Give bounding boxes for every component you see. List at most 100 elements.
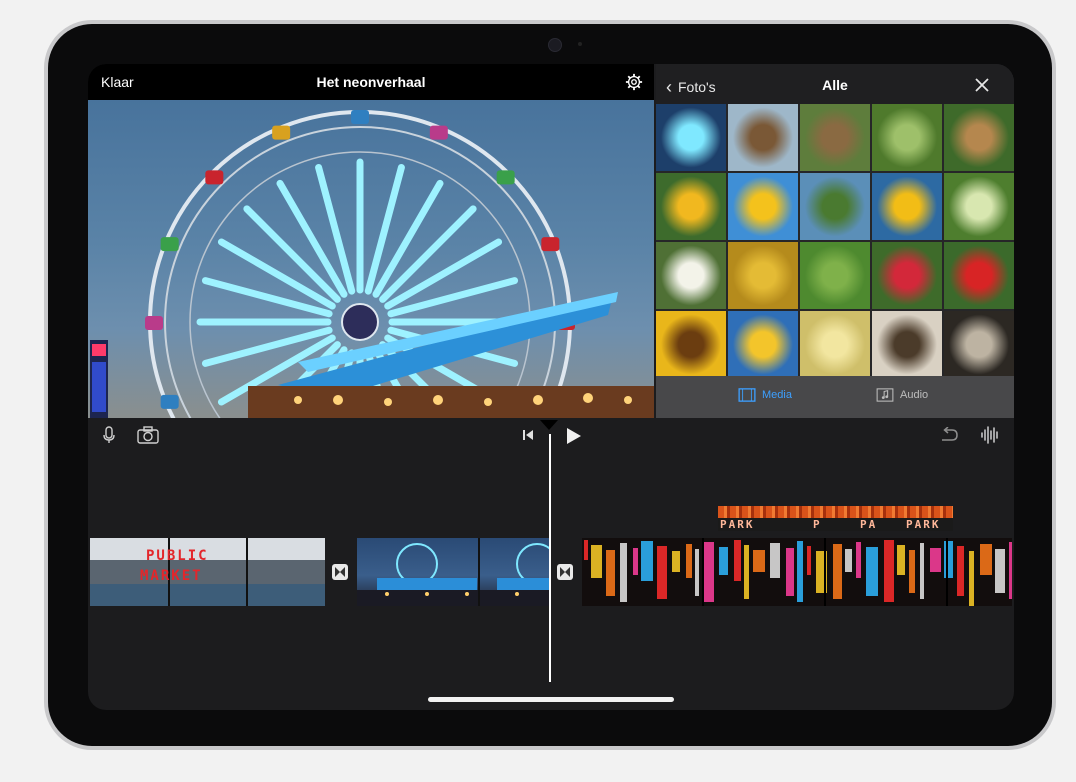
close-icon[interactable]	[974, 77, 990, 93]
photo-thumbnail-garden-plants[interactable]	[944, 104, 1014, 171]
photo-thumbnail-seed-pile[interactable]	[944, 311, 1014, 378]
photo-thumbnail-sunflower-close-up[interactable]	[872, 173, 942, 240]
neon-sign	[845, 549, 852, 572]
playhead-marker[interactable]	[540, 420, 558, 430]
photo-thumbnail-chamomile-flowers[interactable]	[656, 242, 726, 309]
wheel-gondola	[145, 316, 163, 330]
photo-thumbnail-sunflower-blooms[interactable]	[656, 311, 726, 378]
music-note-icon	[876, 388, 894, 402]
audio-clip[interactable]: PARK P PA PARK	[718, 506, 953, 531]
tab-media[interactable]: Media	[738, 388, 792, 402]
neon-sign	[833, 544, 842, 599]
gear-icon[interactable]	[625, 73, 643, 91]
neon-sign	[744, 545, 749, 599]
neon-sign	[672, 551, 680, 572]
neon-sign	[591, 545, 602, 578]
audio-label-2: P	[813, 518, 822, 531]
neon-sign	[856, 542, 861, 578]
camera-icon[interactable]	[137, 426, 159, 444]
photo-thumbnail-dried-petals[interactable]	[800, 311, 870, 378]
browser-header: ‹ Foto's Alle	[656, 64, 1014, 104]
front-camera	[548, 38, 562, 52]
neon-sign	[734, 540, 741, 581]
neon-sign	[686, 544, 692, 578]
play-icon[interactable]	[566, 427, 582, 445]
thumbnail-separator	[702, 538, 704, 606]
clip-text-market: MARKET	[140, 568, 203, 584]
neon-sign	[797, 541, 803, 602]
neon-sign	[620, 543, 627, 602]
photo-thumbnail-sunflower-blue-sky[interactable]	[728, 173, 798, 240]
photo-thumbnail-green-leaf[interactable]	[800, 242, 870, 309]
neon-sign	[606, 550, 615, 596]
neon-sign	[807, 546, 811, 575]
neon-sign	[770, 543, 780, 578]
audio-waveform	[718, 506, 953, 518]
neon-sign	[719, 547, 728, 575]
neon-sign	[633, 548, 638, 575]
video-clip-public-market[interactable]: PUBLIC MARKET	[90, 538, 325, 606]
ambient-sensor	[578, 42, 582, 46]
ferris-wheel-preview	[90, 110, 654, 418]
ferris-wheel-thumbnails	[357, 538, 549, 606]
audio-label-3: PA	[860, 518, 878, 531]
neon-sign	[980, 544, 992, 575]
neon-sign	[920, 543, 924, 599]
photo-thumbnail-sunflower-seed[interactable]	[872, 311, 942, 378]
project-header: Klaar Het neonverhaal	[88, 64, 654, 100]
wheel-gondola	[272, 125, 291, 140]
photo-thumbnail-strawberry[interactable]	[944, 242, 1014, 309]
neon-sign	[884, 540, 894, 602]
browser-tab-bar: Media Audio	[656, 376, 1014, 418]
photo-thumbnail-rosehip-berry[interactable]	[872, 242, 942, 309]
neon-sign	[657, 546, 667, 599]
wheel-gondola	[205, 170, 224, 185]
skip-back-icon[interactable]	[522, 429, 534, 441]
video-clip-ferris-wheel[interactable]	[357, 538, 549, 606]
photo-thumbnail-sunflower-person[interactable]	[656, 173, 726, 240]
video-viewer[interactable]	[88, 100, 654, 418]
neon-sign	[909, 550, 915, 593]
tab-audio-label: Audio	[900, 389, 929, 401]
waveform-icon[interactable]	[980, 426, 1000, 444]
neon-sign	[866, 547, 878, 596]
photo-grid	[656, 104, 1014, 378]
audio-label-1: PARK	[720, 518, 755, 531]
wheel-gondola	[429, 125, 448, 140]
neon-sign	[641, 541, 653, 581]
neon-sign	[584, 540, 588, 560]
transition-icon	[560, 567, 570, 577]
thumbnail-separator	[946, 538, 948, 606]
photo-thumbnail-ferris-wheel[interactable]	[656, 104, 726, 171]
wheel-gondola	[541, 237, 560, 252]
wheel-gondola	[496, 170, 515, 185]
transition-button-2[interactable]	[557, 564, 573, 580]
photo-thumbnail-sunflower-blue-sky-2[interactable]	[728, 311, 798, 378]
wheel-gondola	[160, 394, 179, 409]
transition-button-1[interactable]	[332, 564, 348, 580]
wheel-gondola	[160, 237, 179, 252]
photo-thumbnail-green-leafy-plant[interactable]	[872, 104, 942, 171]
neon-sign	[995, 549, 1005, 593]
video-clip-neon-street[interactable]	[582, 538, 1012, 606]
screen: Klaar Het neonverhaal ‹ Foto's Alle Medi…	[88, 64, 1014, 710]
neon-sign	[786, 548, 794, 596]
neon-sign	[753, 550, 765, 572]
photo-thumbnail-striped-squash[interactable]	[944, 173, 1014, 240]
undo-icon[interactable]	[939, 427, 959, 443]
wheel-gondola	[351, 110, 369, 124]
photo-thumbnail-raised-garden-bed[interactable]	[728, 104, 798, 171]
neon-street-thumbnails	[584, 538, 1012, 606]
media-browser: ‹ Foto's Alle Media Audio	[656, 64, 1014, 418]
tab-audio[interactable]: Audio	[876, 388, 928, 402]
photo-thumbnail-sunflowers-garden[interactable]	[800, 173, 870, 240]
neon-sign	[957, 546, 964, 596]
home-indicator[interactable]	[428, 697, 674, 702]
neon-sign	[703, 542, 714, 602]
transition-icon	[335, 567, 345, 577]
audio-label-4: PARK	[906, 518, 941, 531]
microphone-icon[interactable]	[102, 426, 116, 444]
playhead[interactable]	[549, 434, 551, 682]
photo-thumbnail-sunflower-seeds-macro[interactable]	[728, 242, 798, 309]
photo-thumbnail-garden-planter[interactable]	[800, 104, 870, 171]
